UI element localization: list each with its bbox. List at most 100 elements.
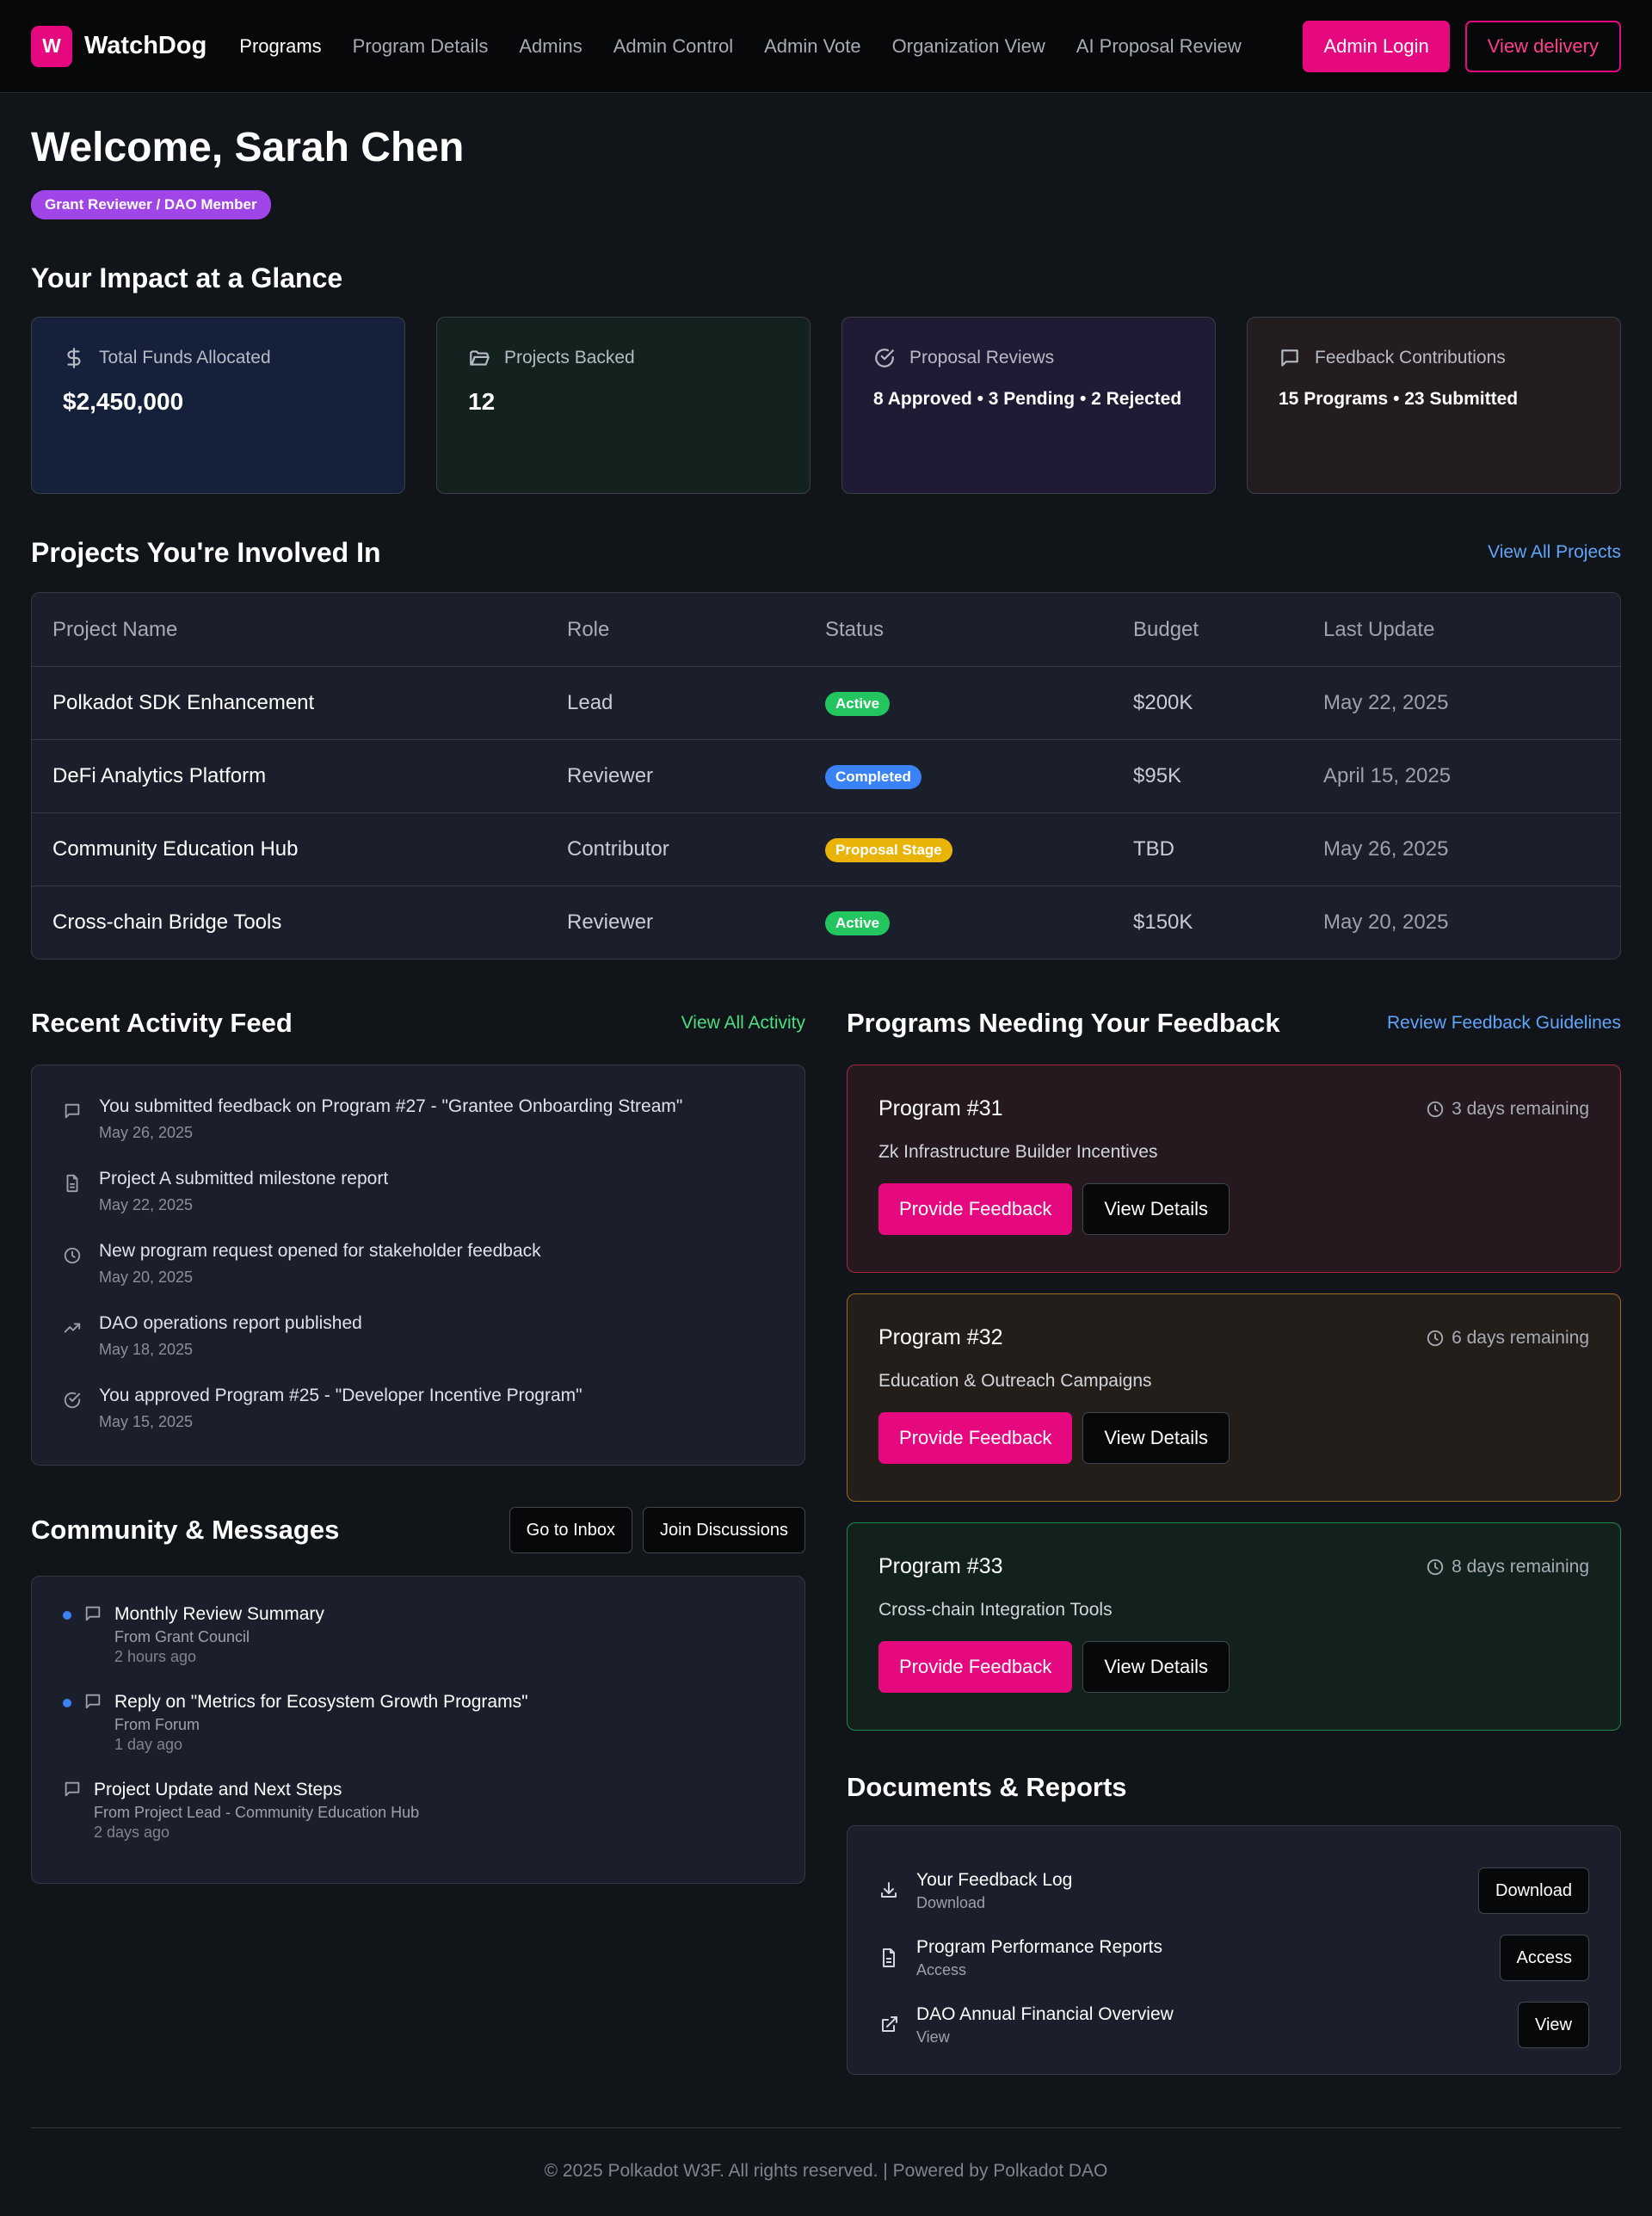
list-item[interactable]: Reply on "Metrics for Ecosystem Growth P… bbox=[63, 1692, 774, 1780]
access-button[interactable]: Access bbox=[1500, 1935, 1589, 1981]
message-time: 1 day ago bbox=[114, 1736, 528, 1754]
unread-dot bbox=[63, 1699, 71, 1707]
nav-link-program-details[interactable]: Program Details bbox=[353, 35, 489, 58]
activity-feed: You submitted feedback on Program #27 - … bbox=[31, 1065, 805, 1466]
impact-heading: Your Impact at a Glance bbox=[31, 262, 1621, 294]
documents-heading: Documents & Reports bbox=[847, 1772, 1621, 1803]
nav-link-programs[interactable]: Programs bbox=[239, 35, 321, 58]
message-title: Monthly Review Summary bbox=[114, 1604, 324, 1625]
message-title: Reply on "Metrics for Ecosystem Growth P… bbox=[114, 1692, 528, 1713]
table-row[interactable]: Cross-chain Bridge Tools Reviewer Active… bbox=[32, 886, 1620, 959]
logo[interactable]: W WatchDog bbox=[31, 26, 206, 67]
stat-label: Total Funds Allocated bbox=[99, 348, 271, 368]
provide-feedback-button[interactable]: Provide Feedback bbox=[878, 1183, 1072, 1235]
activity-date: May 18, 2025 bbox=[99, 1341, 362, 1359]
feedback-guidelines-link[interactable]: Review Feedback Guidelines bbox=[1387, 1013, 1621, 1034]
list-item[interactable]: You approved Program #25 - "Developer In… bbox=[63, 1386, 774, 1458]
column-header[interactable]: Last Update bbox=[1323, 618, 1620, 642]
view-details-button[interactable]: View Details bbox=[1082, 1641, 1230, 1693]
main-content: Welcome, Sarah Chen Grant Reviewer / DAO… bbox=[0, 124, 1652, 2075]
status-badge: Completed bbox=[825, 765, 922, 789]
role-badge: Grant Reviewer / DAO Member bbox=[31, 190, 271, 219]
left-column: Recent Activity Feed View All Activity Y… bbox=[31, 1004, 805, 2075]
document-subtitle: View bbox=[916, 2028, 1501, 2046]
stat-value: 8 Approved • 3 Pending • 2 Rejected bbox=[873, 381, 1184, 417]
table-header: Project Name Role Status Budget Last Upd… bbox=[32, 593, 1620, 666]
view-details-button[interactable]: View Details bbox=[1082, 1412, 1230, 1464]
stat-card-feedback: Feedback Contributions 15 Programs • 23 … bbox=[1247, 317, 1621, 494]
admin-login-button[interactable]: Admin Login bbox=[1303, 21, 1449, 72]
message-icon bbox=[63, 1102, 82, 1169]
provide-feedback-button[interactable]: Provide Feedback bbox=[878, 1641, 1072, 1693]
project-name[interactable]: Cross-chain Bridge Tools bbox=[32, 910, 567, 935]
view-delivery-button[interactable]: View delivery bbox=[1465, 21, 1621, 72]
view-all-activity-link[interactable]: View All Activity bbox=[681, 1013, 805, 1034]
list-item[interactable]: New program request opened for stakehold… bbox=[63, 1241, 774, 1313]
column-header[interactable]: Project Name bbox=[32, 618, 567, 642]
stat-value: 12 bbox=[468, 388, 779, 416]
view-button[interactable]: View bbox=[1518, 2002, 1589, 2048]
download-icon bbox=[878, 1880, 899, 1901]
document-title: DAO Annual Financial Overview bbox=[916, 2004, 1501, 2025]
brand-name: WatchDog bbox=[84, 32, 206, 60]
program-description: Education & Outreach Campaigns bbox=[878, 1371, 1589, 1392]
time-remaining: 8 days remaining bbox=[1452, 1557, 1589, 1577]
view-details-button[interactable]: View Details bbox=[1082, 1183, 1230, 1235]
activity-text: You approved Program #25 - "Developer In… bbox=[99, 1386, 583, 1406]
message-icon bbox=[83, 1692, 102, 1780]
document-icon bbox=[878, 1947, 899, 1968]
list-item[interactable]: You submitted feedback on Program #27 - … bbox=[63, 1096, 774, 1169]
activity-text: You submitted feedback on Program #27 - … bbox=[99, 1096, 682, 1117]
project-budget: $200K bbox=[1133, 691, 1323, 715]
top-nav: W WatchDog Programs Program Details Admi… bbox=[0, 0, 1652, 93]
column-header[interactable]: Budget bbox=[1133, 618, 1323, 642]
table-row[interactable]: Polkadot SDK Enhancement Lead Active $20… bbox=[32, 666, 1620, 739]
activity-text: DAO operations report published bbox=[99, 1313, 362, 1334]
list-item[interactable]: Project A submitted milestone reportMay … bbox=[63, 1169, 774, 1241]
list-item[interactable]: Project Update and Next StepsFrom Projec… bbox=[63, 1780, 774, 1867]
nav-link-ai-proposal-review[interactable]: AI Proposal Review bbox=[1076, 35, 1242, 58]
document-icon bbox=[63, 1174, 82, 1241]
project-budget: $150K bbox=[1133, 910, 1323, 935]
table-row[interactable]: Community Education Hub Contributor Prop… bbox=[32, 812, 1620, 886]
download-button[interactable]: Download bbox=[1478, 1867, 1589, 1914]
logo-mark: W bbox=[31, 26, 72, 67]
nav-link-admins[interactable]: Admins bbox=[519, 35, 582, 58]
message-time: 2 days ago bbox=[94, 1824, 419, 1842]
project-updated: May 22, 2025 bbox=[1323, 691, 1620, 715]
project-role: Lead bbox=[567, 691, 825, 715]
join-discussions-button[interactable]: Join Discussions bbox=[643, 1507, 805, 1553]
column-header[interactable]: Role bbox=[567, 618, 825, 642]
trending-up-icon bbox=[63, 1318, 82, 1386]
program-card: Program #31 3 days remaining Zk Infrastr… bbox=[847, 1065, 1621, 1273]
table-row[interactable]: DeFi Analytics Platform Reviewer Complet… bbox=[32, 739, 1620, 812]
go-to-inbox-button[interactable]: Go to Inbox bbox=[509, 1507, 632, 1553]
nav-link-admin-control[interactable]: Admin Control bbox=[613, 35, 733, 58]
activity-date: May 15, 2025 bbox=[99, 1413, 583, 1431]
list-item[interactable]: Monthly Review SummaryFrom Grant Council… bbox=[63, 1604, 774, 1692]
stat-label: Feedback Contributions bbox=[1315, 348, 1506, 368]
list-item: Your Feedback LogDownload Download bbox=[878, 1857, 1589, 1924]
clock-icon bbox=[63, 1246, 82, 1313]
stat-value: 15 Programs • 23 Submitted bbox=[1279, 381, 1589, 417]
status-badge: Active bbox=[825, 911, 890, 935]
clock-icon bbox=[1426, 1329, 1445, 1348]
project-name[interactable]: Polkadot SDK Enhancement bbox=[32, 691, 567, 715]
time-remaining: 6 days remaining bbox=[1452, 1328, 1589, 1349]
activity-heading: Recent Activity Feed bbox=[31, 1008, 293, 1039]
column-header[interactable]: Status bbox=[825, 618, 1133, 642]
stat-card-funds: Total Funds Allocated $2,450,000 bbox=[31, 317, 405, 494]
impact-cards: Total Funds Allocated $2,450,000 Project… bbox=[31, 317, 1621, 494]
unread-dot bbox=[63, 1611, 71, 1620]
list-item[interactable]: DAO operations report published May 18, 2… bbox=[63, 1313, 774, 1386]
nav-link-organization-view[interactable]: Organization View bbox=[892, 35, 1045, 58]
project-updated: April 15, 2025 bbox=[1323, 764, 1620, 788]
view-all-projects-link[interactable]: View All Projects bbox=[1488, 542, 1621, 563]
project-name[interactable]: DeFi Analytics Platform bbox=[32, 764, 567, 788]
status-badge: Proposal Stage bbox=[825, 838, 952, 862]
nav-link-admin-vote[interactable]: Admin Vote bbox=[764, 35, 861, 58]
provide-feedback-button[interactable]: Provide Feedback bbox=[878, 1412, 1072, 1464]
project-name[interactable]: Community Education Hub bbox=[32, 837, 567, 861]
program-title: Program #32 bbox=[878, 1325, 1003, 1350]
list-item: Program Performance ReportsAccess Access bbox=[878, 1924, 1589, 1991]
